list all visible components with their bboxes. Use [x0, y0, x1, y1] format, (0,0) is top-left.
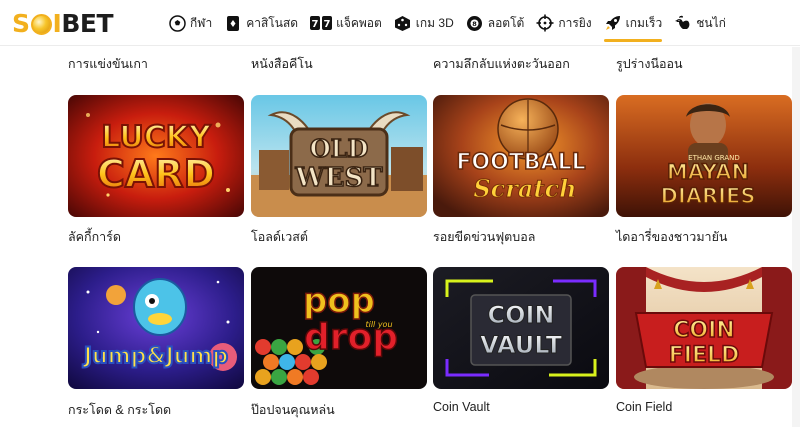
- art-text: VAULT: [480, 331, 563, 359]
- rocket-icon: [604, 14, 622, 32]
- game-card-jump-and-jump[interactable]: Jump&Jump: [68, 267, 244, 389]
- game-title[interactable]: การแข่งขันเกา: [68, 54, 148, 74]
- game-thumbnail: pop till you drop: [251, 267, 427, 389]
- nav-label: คาสิโนสด: [246, 15, 299, 30]
- nav-label: เกมเร็ว: [625, 15, 663, 30]
- game-thumbnail: LUCKY CARD: [68, 95, 244, 217]
- game-title[interactable]: ป๊อปจนคุณหล่น: [251, 400, 335, 420]
- jackpot-777-icon: 77: [310, 14, 333, 32]
- game-card-coin-vault[interactable]: COIN VAULT: [433, 267, 609, 389]
- nav-item-sports[interactable]: กีฬา: [162, 0, 218, 46]
- nav-item-shooting[interactable]: การยิง: [530, 0, 597, 46]
- nav-label: ลอตโต้: [487, 15, 525, 30]
- game-card-football-scratch[interactable]: FOOTBALL Scratch: [433, 95, 609, 217]
- nav-item-3d-games[interactable]: เกม 3D: [388, 0, 460, 46]
- game-thumbnail: OLD WEST: [251, 95, 427, 217]
- playing-card-icon: [224, 14, 242, 32]
- art-text: DIARIES: [661, 184, 756, 208]
- game-title[interactable]: ลัคกี้การ์ด: [68, 227, 121, 247]
- game-card-coin-field[interactable]: COIN FIELD: [616, 267, 792, 389]
- nav-label: การยิง: [558, 15, 592, 30]
- art-text: COIN: [673, 318, 734, 343]
- dice-icon: [394, 14, 412, 32]
- art-text: Scratch: [473, 174, 576, 203]
- logo-word-bet: BET: [61, 8, 114, 38]
- brand-logo[interactable]: S I BET: [12, 8, 114, 38]
- svg-text:7: 7: [324, 19, 331, 30]
- svg-text:8: 8: [472, 20, 477, 28]
- top-header: S I BET กีฬา คาสิโนสด 77 แจ็คพอต เกม 3D …: [0, 0, 800, 46]
- game-title[interactable]: รูปร่างนีออน: [616, 54, 683, 74]
- crosshair-icon: [536, 14, 554, 32]
- game-thumbnail: ETHAN GRAND MAYAN DIARIES: [616, 95, 792, 217]
- logo-letter-s: S: [12, 8, 30, 38]
- game-title[interactable]: ไดอารี่ของชาวมายัน: [616, 227, 727, 247]
- nav-item-cockfight[interactable]: ชนไก่: [668, 0, 732, 46]
- art-text: MAYAN: [667, 160, 749, 184]
- game-title[interactable]: Coin Vault: [433, 400, 490, 414]
- rooster-icon: [674, 14, 692, 32]
- art-text: LUCKY: [101, 120, 212, 155]
- art-text: OLD: [310, 134, 369, 163]
- game-title[interactable]: Coin Field: [616, 400, 672, 414]
- nav-item-live-casino[interactable]: คาสิโนสด: [218, 0, 304, 46]
- lotto-ball-icon: 8: [466, 14, 484, 32]
- game-grid: การแข่งขันเกา หนังสือคีโน ความลึกลับแห่ง…: [0, 46, 800, 429]
- game-title[interactable]: กระโดด & กระโดด: [68, 400, 171, 420]
- art-text: drop: [304, 317, 398, 358]
- game-thumbnail: FOOTBALL Scratch: [433, 95, 609, 217]
- svg-text:7: 7: [312, 19, 319, 30]
- nav-label: เกม 3D: [415, 15, 454, 30]
- soccer-ball-icon: [168, 14, 186, 32]
- game-title[interactable]: รอยขีดข่วนฟุตบอล: [433, 227, 535, 247]
- art-text: pop: [303, 281, 375, 321]
- art-text: Jump&Jump: [82, 344, 228, 369]
- game-card-old-west[interactable]: OLD WEST: [251, 95, 427, 217]
- nav-label: แจ็คพอต: [336, 15, 382, 30]
- game-card-pop-drop[interactable]: pop till you drop: [251, 267, 427, 389]
- nav-item-lotto[interactable]: 8 ลอตโต้: [460, 0, 531, 46]
- game-card-mayan-diaries[interactable]: ETHAN GRAND MAYAN DIARIES: [616, 95, 792, 217]
- art-text: FOOTBALL: [456, 150, 585, 175]
- game-thumbnail: Jump&Jump: [68, 267, 244, 389]
- main-nav: กีฬา คาสิโนสด 77 แจ็คพอต เกม 3D 8 ลอตโต้: [162, 0, 732, 46]
- game-title[interactable]: ความลึกลับแห่งตะวันออก: [433, 54, 570, 74]
- nav-label: กีฬา: [190, 15, 213, 30]
- nav-label: ชนไก่: [696, 15, 726, 30]
- art-text: COIN: [487, 301, 554, 329]
- game-title[interactable]: หนังสือคีโน: [251, 54, 313, 74]
- art-text: WEST: [294, 163, 383, 193]
- nav-item-jackpot[interactable]: 77 แจ็คพอต: [304, 0, 388, 46]
- game-title[interactable]: โอลด์เวสต์: [251, 227, 308, 247]
- scrollbar-track[interactable]: [792, 47, 800, 427]
- game-thumbnail: COIN FIELD: [616, 267, 792, 389]
- game-thumbnail: COIN VAULT: [433, 267, 609, 389]
- art-text: FIELD: [669, 343, 740, 368]
- logo-ball-icon: [30, 13, 52, 35]
- nav-item-fast-games[interactable]: เกมเร็ว: [598, 0, 669, 46]
- game-card-lucky-card[interactable]: LUCKY CARD: [68, 95, 244, 217]
- logo-letter-i: I: [52, 8, 62, 38]
- art-text: CARD: [97, 152, 215, 196]
